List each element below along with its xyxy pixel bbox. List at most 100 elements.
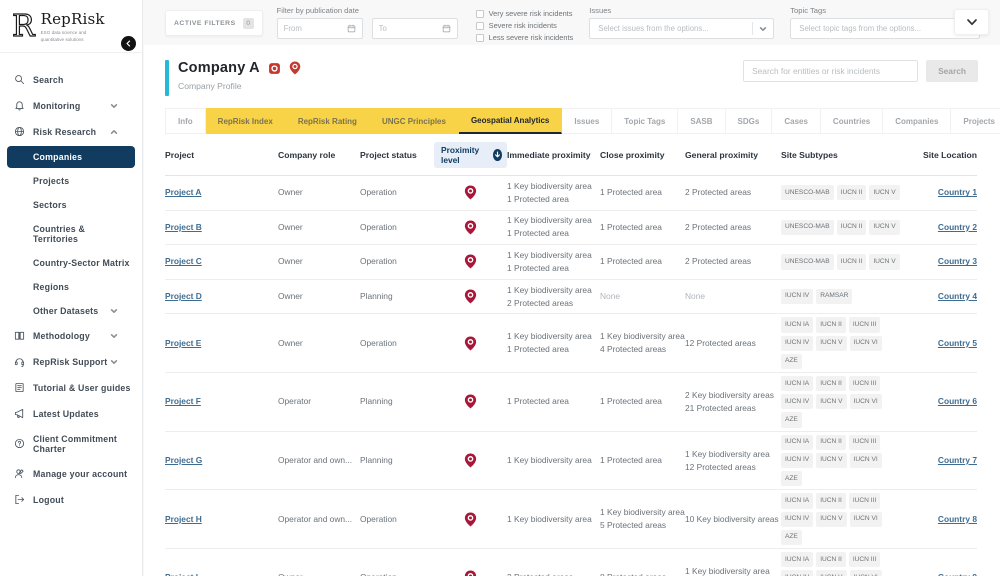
- location-pin-icon[interactable]: [464, 453, 477, 468]
- country-link[interactable]: Country 3: [938, 256, 977, 266]
- project-link[interactable]: Project G: [165, 455, 202, 465]
- project-link[interactable]: Project B: [165, 222, 202, 232]
- country-link[interactable]: Country 7: [938, 455, 977, 465]
- topic-tags-select[interactable]: Select topic tags from the options...: [790, 18, 980, 39]
- location-pin-icon[interactable]: [464, 254, 477, 269]
- tab-projects[interactable]: Projects: [951, 108, 1000, 134]
- proximity-value: 1 Protected area: [600, 454, 685, 467]
- location-pin-icon[interactable]: [464, 185, 477, 200]
- issues-select[interactable]: Select issues from the options...: [589, 18, 774, 39]
- tab-cases[interactable]: Cases: [772, 108, 821, 134]
- tab-companies[interactable]: Companies: [883, 108, 951, 134]
- checkbox[interactable]: [476, 10, 484, 18]
- tab-sasb[interactable]: SASB: [678, 108, 725, 134]
- tab-info[interactable]: Info: [165, 108, 206, 134]
- tab-ungc-principles[interactable]: UNGC Principles: [370, 108, 459, 134]
- country-link[interactable]: Country 2: [938, 222, 977, 232]
- sort-descending-icon[interactable]: [493, 149, 502, 161]
- sidebar-item-tutorial-user-guides[interactable]: Tutorial & User guides: [0, 375, 142, 401]
- location-pin-icon[interactable]: [464, 289, 477, 304]
- table-row: Project IOwnerOperation2 Protected areas…: [165, 549, 977, 576]
- close-proximity-cell: 1 Protected area: [600, 186, 685, 199]
- severity-option-less-severe-risk-incidents[interactable]: Less severe risk incidents: [476, 33, 574, 42]
- country-link[interactable]: Country 4: [938, 291, 977, 301]
- sidebar-collapse-button[interactable]: [121, 36, 136, 51]
- filterbar-expand-button[interactable]: [954, 9, 989, 35]
- sidebar-item-risk-research[interactable]: Risk Research: [0, 119, 142, 145]
- severity-option-severe-risk-incidents[interactable]: Severe risk incidents: [476, 21, 574, 30]
- location-pin-icon[interactable]: [464, 336, 477, 351]
- sidebar-item-regions[interactable]: Regions: [0, 275, 142, 299]
- site-location-cell: Country 1: [907, 186, 977, 199]
- tab-countries[interactable]: Countries: [821, 108, 883, 134]
- sidebar-item-companies[interactable]: Companies: [7, 146, 135, 168]
- sidebar-item-label: Regions: [33, 282, 69, 292]
- location-pin-icon[interactable]: [464, 570, 477, 576]
- location-pin-icon[interactable]: [464, 512, 477, 527]
- chevron-down-icon: [122, 358, 130, 366]
- site-subtype-chip: UNESCO-MAB: [781, 185, 834, 200]
- active-filters-badge: 0: [243, 18, 254, 29]
- severity-option-very-severe-risk-incidents[interactable]: Very severe risk incidents: [476, 9, 574, 18]
- project-link[interactable]: Project A: [165, 187, 201, 197]
- site-subtypes-cell: UNESCO-MABIUCN IIIUCN V: [781, 185, 907, 200]
- sidebar-item-manage-your-account[interactable]: Manage your account: [0, 461, 142, 487]
- entity-search-input[interactable]: [743, 60, 918, 82]
- date-from-field[interactable]: [277, 18, 363, 39]
- date-from-input[interactable]: [284, 24, 342, 33]
- country-link[interactable]: Country 6: [938, 396, 977, 406]
- sidebar-item-projects[interactable]: Projects: [0, 169, 142, 193]
- sidebar-item-countries-territories[interactable]: Countries & Territories: [0, 217, 142, 251]
- site-subtype-chip: AZE: [781, 471, 802, 486]
- proximity-value: 12 Protected areas: [685, 461, 781, 474]
- proximity-value: 1 Key biodiversity area: [507, 513, 600, 526]
- checkbox[interactable]: [476, 22, 484, 30]
- search-button[interactable]: Search: [926, 60, 978, 82]
- tab-issues[interactable]: Issues: [562, 108, 612, 134]
- project-status-cell: Planning: [360, 454, 434, 467]
- company-header: Company A Company Profile Search: [144, 45, 1000, 96]
- site-subtypes-cell: IUCN IAIUCN IIIUCN IIIIUCN IVIUCN VIUCN …: [781, 552, 907, 576]
- project-link[interactable]: Project E: [165, 338, 201, 348]
- sidebar-item-country-sector-matrix[interactable]: Country-Sector Matrix: [0, 251, 142, 275]
- sidebar-item-search[interactable]: Search: [0, 67, 142, 93]
- country-link[interactable]: Country 5: [938, 338, 977, 348]
- sidebar-item-monitoring[interactable]: Monitoring: [0, 93, 142, 119]
- tab-topic-tags[interactable]: Topic Tags: [612, 108, 678, 134]
- site-subtype-chip: IUCN III: [849, 435, 880, 450]
- project-link[interactable]: Project C: [165, 256, 202, 266]
- site-subtype-chip: IUCN VI: [850, 512, 882, 527]
- sidebar-item-other-datasets[interactable]: Other Datasets: [0, 299, 142, 323]
- sidebar-item-latest-updates[interactable]: Latest Updates: [0, 401, 142, 427]
- location-pin-icon[interactable]: [464, 394, 477, 409]
- date-to-field[interactable]: [372, 18, 458, 39]
- country-link[interactable]: Country 8: [938, 514, 977, 524]
- sidebar-item-client-commitment-charter[interactable]: Client Commitment Charter: [0, 427, 142, 461]
- country-link[interactable]: Country 9: [938, 572, 977, 576]
- country-link[interactable]: Country 1: [938, 187, 977, 197]
- tab-reprisk-rating[interactable]: RepRisk Rating: [286, 108, 370, 134]
- project-link[interactable]: Project F: [165, 396, 201, 406]
- sidebar-item-logout[interactable]: Logout: [0, 487, 142, 513]
- tab-sdgs[interactable]: SDGs: [726, 108, 773, 134]
- project-link[interactable]: Project H: [165, 514, 202, 524]
- checkbox[interactable]: [476, 34, 484, 42]
- sidebar-item-methodology[interactable]: Methodology: [0, 323, 142, 349]
- severity-option-label: Severe risk incidents: [489, 21, 557, 30]
- proximity-level-sort[interactable]: Proximity level: [434, 142, 507, 168]
- sidebar-item-sectors[interactable]: Sectors: [0, 193, 142, 217]
- immediate-proximity-cell: 1 Key biodiversity area2 Protected areas: [507, 284, 600, 310]
- site-subtype-chip: IUCN VI: [850, 394, 882, 409]
- project-link[interactable]: Project I: [165, 572, 198, 576]
- tab-geospatial-analytics[interactable]: Geospatial Analytics: [459, 108, 562, 134]
- active-filters-button[interactable]: ACTIVE FILTERS 0: [165, 10, 263, 36]
- sidebar-item-reprisk-support[interactable]: RepRisk Support: [0, 349, 142, 375]
- project-link[interactable]: Project D: [165, 291, 202, 301]
- sidebar-item-label: RepRisk Support: [33, 357, 107, 367]
- date-to-input[interactable]: [379, 24, 437, 33]
- location-pin-icon[interactable]: [464, 220, 477, 235]
- site-subtype-chip: IUCN VI: [850, 453, 882, 468]
- proximity-value: 10 Key biodiversity areas: [685, 513, 781, 526]
- proximity-value: 1 Protected area: [600, 186, 685, 199]
- tab-reprisk-index[interactable]: RepRisk Index: [206, 108, 286, 134]
